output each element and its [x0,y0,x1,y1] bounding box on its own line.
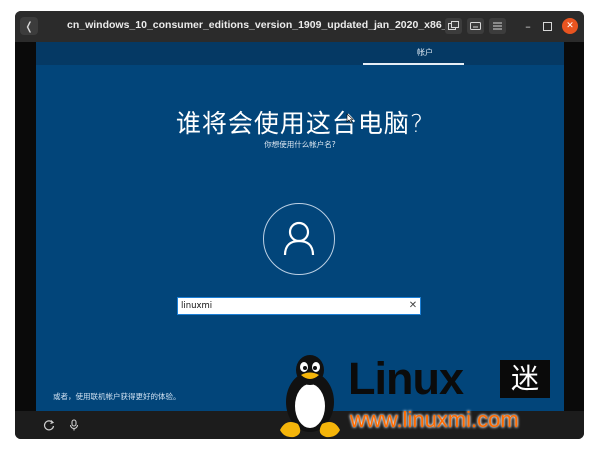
avatar [263,203,335,275]
hamburger-menu-icon [493,22,502,30]
active-tab-indicator [363,63,464,65]
keyboard-icon [470,22,481,30]
vm-letterbox-left [15,42,36,411]
send-keys-icon [448,21,459,30]
user-icon [283,221,315,256]
tux-penguin-logo-icon [280,355,340,438]
menu-button[interactable] [489,18,506,34]
clear-input-button[interactable]: ✕ [407,299,419,313]
maximize-icon [542,21,552,31]
back-button[interactable]: ❬ [20,17,38,35]
microphone-icon[interactable] [68,419,80,431]
maximize-button[interactable] [539,18,555,34]
watermark-brand: Linux [348,353,464,404]
tab-account: 帐户 [417,48,433,57]
watermark: Linux 迷 www.linuxmi.com [274,350,574,440]
minimize-icon: – [525,19,531,33]
online-account-link[interactable]: 或者，使用联机帐户获得更好的体验。 [53,391,181,402]
username-input[interactable] [177,297,421,315]
window-title: cn_windows_10_consumer_editions_version_… [67,19,447,31]
close-button[interactable]: ✕ [562,18,578,34]
chevron-left-icon: ❬ [24,19,34,33]
watermark-mi-badge: 迷 [500,360,550,398]
clear-icon: ✕ [408,300,418,311]
watermark-url: www.linuxmi.com [350,407,519,432]
page-subtitle: 你想使用什么帐户名? [264,140,336,149]
close-icon: ✕ [566,21,574,31]
titlebar: ❬ cn_windows_10_consumer_editions_versio… [15,11,584,42]
setup-tab-strip: 帐户 [36,42,564,65]
keyboard-button[interactable] [467,18,484,34]
ease-of-access-icon[interactable] [43,419,55,431]
mouse-cursor-icon [346,113,354,124]
send-keys-button[interactable] [445,18,462,34]
page-title: 谁将会使用这台电脑? [175,109,425,138]
minimize-button[interactable]: – [520,18,536,34]
